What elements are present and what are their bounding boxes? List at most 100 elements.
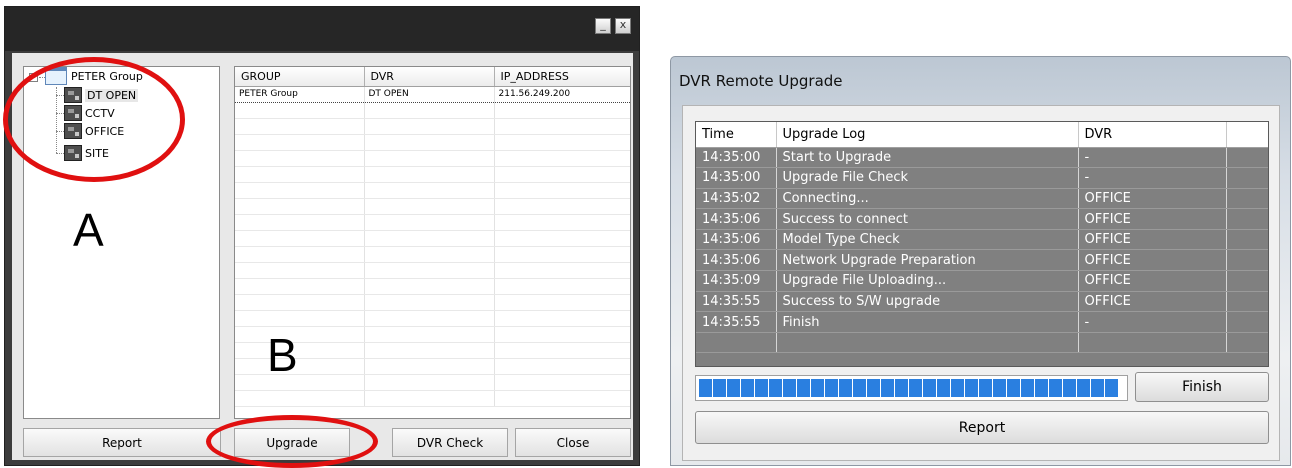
log-cell (1226, 188, 1268, 210)
table-cell (364, 342, 495, 359)
upgrade-button[interactable]: Upgrade (234, 428, 350, 457)
log-cell: OFFICE (1078, 188, 1227, 210)
table-row[interactable] (235, 294, 630, 311)
table-cell (235, 278, 365, 295)
minimize-button[interactable]: _ (595, 18, 611, 34)
tree-item-cctv[interactable]: CCTV (64, 105, 115, 121)
table-cell (494, 326, 630, 343)
table-cell (235, 374, 365, 391)
group-tree-panel[interactable]: - PETER Group DT OPEN CCTV OFFICE SITE (23, 66, 220, 419)
table-cell (235, 166, 365, 183)
table-row[interactable] (235, 102, 630, 119)
tree-item-label: SITE (85, 146, 109, 160)
column-header-dvr[interactable]: DVR (1078, 122, 1227, 148)
table-cell (235, 102, 365, 119)
progress-segment (1021, 379, 1034, 397)
table-cell (235, 230, 365, 247)
finish-button[interactable]: Finish (1135, 372, 1269, 402)
log-cell (1226, 208, 1268, 230)
table-row[interactable] (235, 230, 630, 247)
column-header-ip-address[interactable]: IP_ADDRESS (494, 67, 630, 87)
log-cell: 14:35:09 (696, 270, 777, 292)
log-row[interactable] (696, 332, 1268, 354)
progress-segment (923, 379, 936, 397)
tree-root-peter-group[interactable]: PETER Group (45, 67, 143, 85)
log-cell: 14:35:02 (696, 188, 777, 210)
table-cell (364, 390, 495, 407)
column-header-upgrade-log[interactable]: Upgrade Log (776, 122, 1079, 148)
table-row[interactable] (235, 134, 630, 151)
log-cell (1226, 167, 1268, 189)
log-row[interactable]: 14:35:00 Upgrade File Check - (696, 167, 1268, 189)
log-row[interactable]: 14:35:06 Model Type Check OFFICE (696, 229, 1268, 251)
progress-segment (993, 379, 1006, 397)
table-cell (364, 262, 495, 279)
log-row[interactable]: 14:35:55 Finish - (696, 311, 1268, 333)
progress-segment (1007, 379, 1020, 397)
log-cell: - (1078, 311, 1227, 333)
progress-segment (867, 379, 880, 397)
folder-group-icon (45, 67, 67, 85)
column-header-group[interactable]: GROUP (235, 67, 365, 87)
table-cell (364, 134, 495, 151)
table-cell (235, 262, 365, 279)
dvr-check-button[interactable]: DVR Check (392, 428, 508, 457)
tree-item-dt-open[interactable]: DT OPEN (64, 87, 139, 103)
table-cell (235, 294, 365, 311)
dvr-device-icon (64, 123, 82, 139)
log-cell: - (1078, 147, 1227, 169)
table-cell: PETER Group (235, 85, 365, 103)
table-row[interactable] (235, 182, 630, 199)
table-row[interactable] (235, 310, 630, 327)
tree-item-office[interactable]: OFFICE (64, 123, 124, 139)
log-cell: 14:35:55 (696, 311, 777, 333)
log-cell (1226, 229, 1268, 251)
close-button[interactable]: Close (515, 428, 631, 457)
table-row[interactable]: PETER Group DT OPEN 211.56.249.200 (235, 85, 630, 103)
tree-item-label: CCTV (85, 106, 115, 120)
table-cell (494, 134, 630, 151)
progress-segment (825, 379, 838, 397)
table-cell (364, 294, 495, 311)
close-window-button[interactable]: x (615, 18, 631, 34)
report-button[interactable]: Report (23, 428, 221, 457)
table-cell (494, 310, 630, 327)
column-header-dvr[interactable]: DVR (364, 67, 495, 87)
tree-item-site[interactable]: SITE (64, 145, 109, 161)
log-cell: 14:35:00 (696, 147, 777, 169)
progress-segment (755, 379, 768, 397)
collapse-toggle-icon[interactable]: - (29, 73, 38, 82)
report-button[interactable]: Report (695, 411, 1269, 444)
log-cell (696, 332, 777, 354)
log-cell: Connecting... (776, 188, 1079, 210)
table-row[interactable] (235, 262, 630, 279)
table-row[interactable] (235, 118, 630, 135)
annotation-label-b: B (267, 329, 298, 381)
table-row[interactable] (235, 198, 630, 215)
table-row[interactable] (235, 278, 630, 295)
log-cell: OFFICE (1078, 291, 1227, 313)
log-row[interactable]: 14:35:00 Start to Upgrade - (696, 147, 1268, 169)
table-cell (364, 102, 495, 119)
log-row[interactable]: 14:35:09 Upgrade File Uploading... OFFICE (696, 270, 1268, 292)
log-row[interactable]: 14:35:55 Success to S/W upgrade OFFICE (696, 291, 1268, 313)
progress-segment (1105, 379, 1118, 397)
log-row[interactable]: 14:35:06 Success to connect OFFICE (696, 208, 1268, 230)
table-row[interactable] (235, 214, 630, 231)
table-row[interactable] (235, 150, 630, 167)
table-row[interactable] (235, 246, 630, 263)
table-cell (494, 358, 630, 375)
log-cell (1226, 270, 1268, 292)
upgrade-progress-bar (695, 375, 1128, 401)
progress-segment (1077, 379, 1090, 397)
table-cell (235, 150, 365, 167)
table-cell (494, 294, 630, 311)
upgrade-log-list[interactable]: Time Upgrade Log DVR 14:35:00 Start to Up… (695, 121, 1269, 367)
table-cell (364, 278, 495, 295)
table-row[interactable] (235, 166, 630, 183)
column-header-extra[interactable] (1226, 122, 1268, 148)
log-row[interactable]: 14:35:06 Network Upgrade Preparation OFFIC… (696, 249, 1268, 272)
table-row[interactable] (235, 390, 630, 407)
column-header-time[interactable]: Time (696, 122, 777, 148)
log-row[interactable]: 14:35:02 Connecting... OFFICE (696, 188, 1268, 210)
